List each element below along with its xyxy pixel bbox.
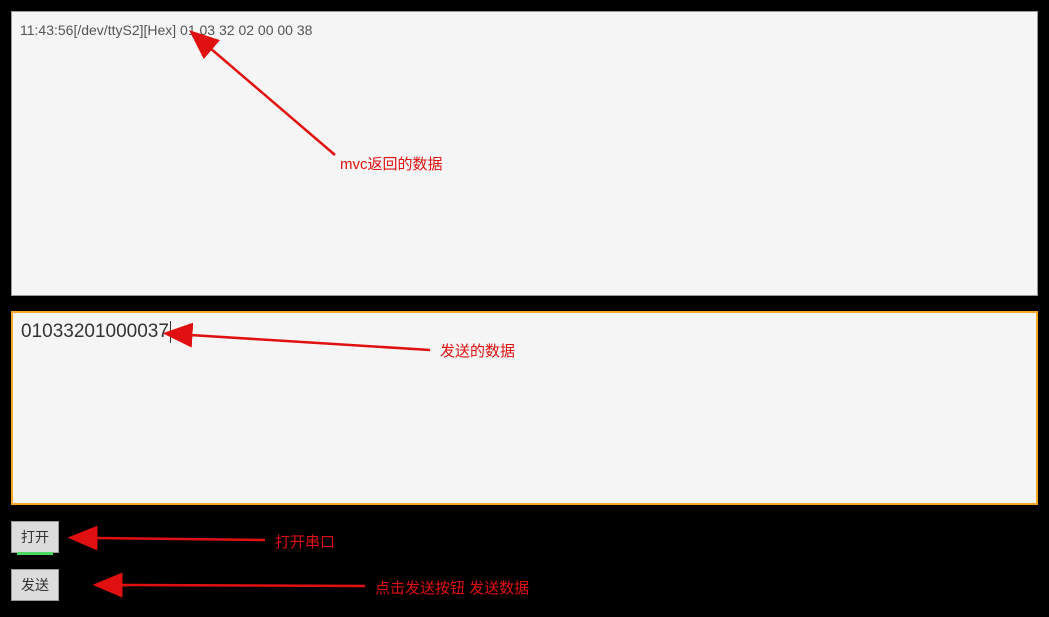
annotation-open-serial: 打开串口 (275, 531, 335, 552)
open-button[interactable]: 打开 (11, 521, 59, 553)
send-button[interactable]: 发送 (11, 569, 59, 601)
input-field[interactable]: 01033201000037 (21, 321, 1028, 343)
output-panel: 11:43:56[/dev/ttyS2][Hex] 01 03 32 02 00… (11, 11, 1038, 296)
text-cursor (170, 321, 171, 343)
output-log-line: 11:43:56[/dev/ttyS2][Hex] 01 03 32 02 00… (20, 22, 1029, 38)
input-value: 01033201000037 (21, 321, 169, 342)
annotation-click-send: 点击发送按钮 发送数据 (375, 577, 529, 598)
input-panel[interactable]: 01033201000037 (11, 311, 1038, 505)
